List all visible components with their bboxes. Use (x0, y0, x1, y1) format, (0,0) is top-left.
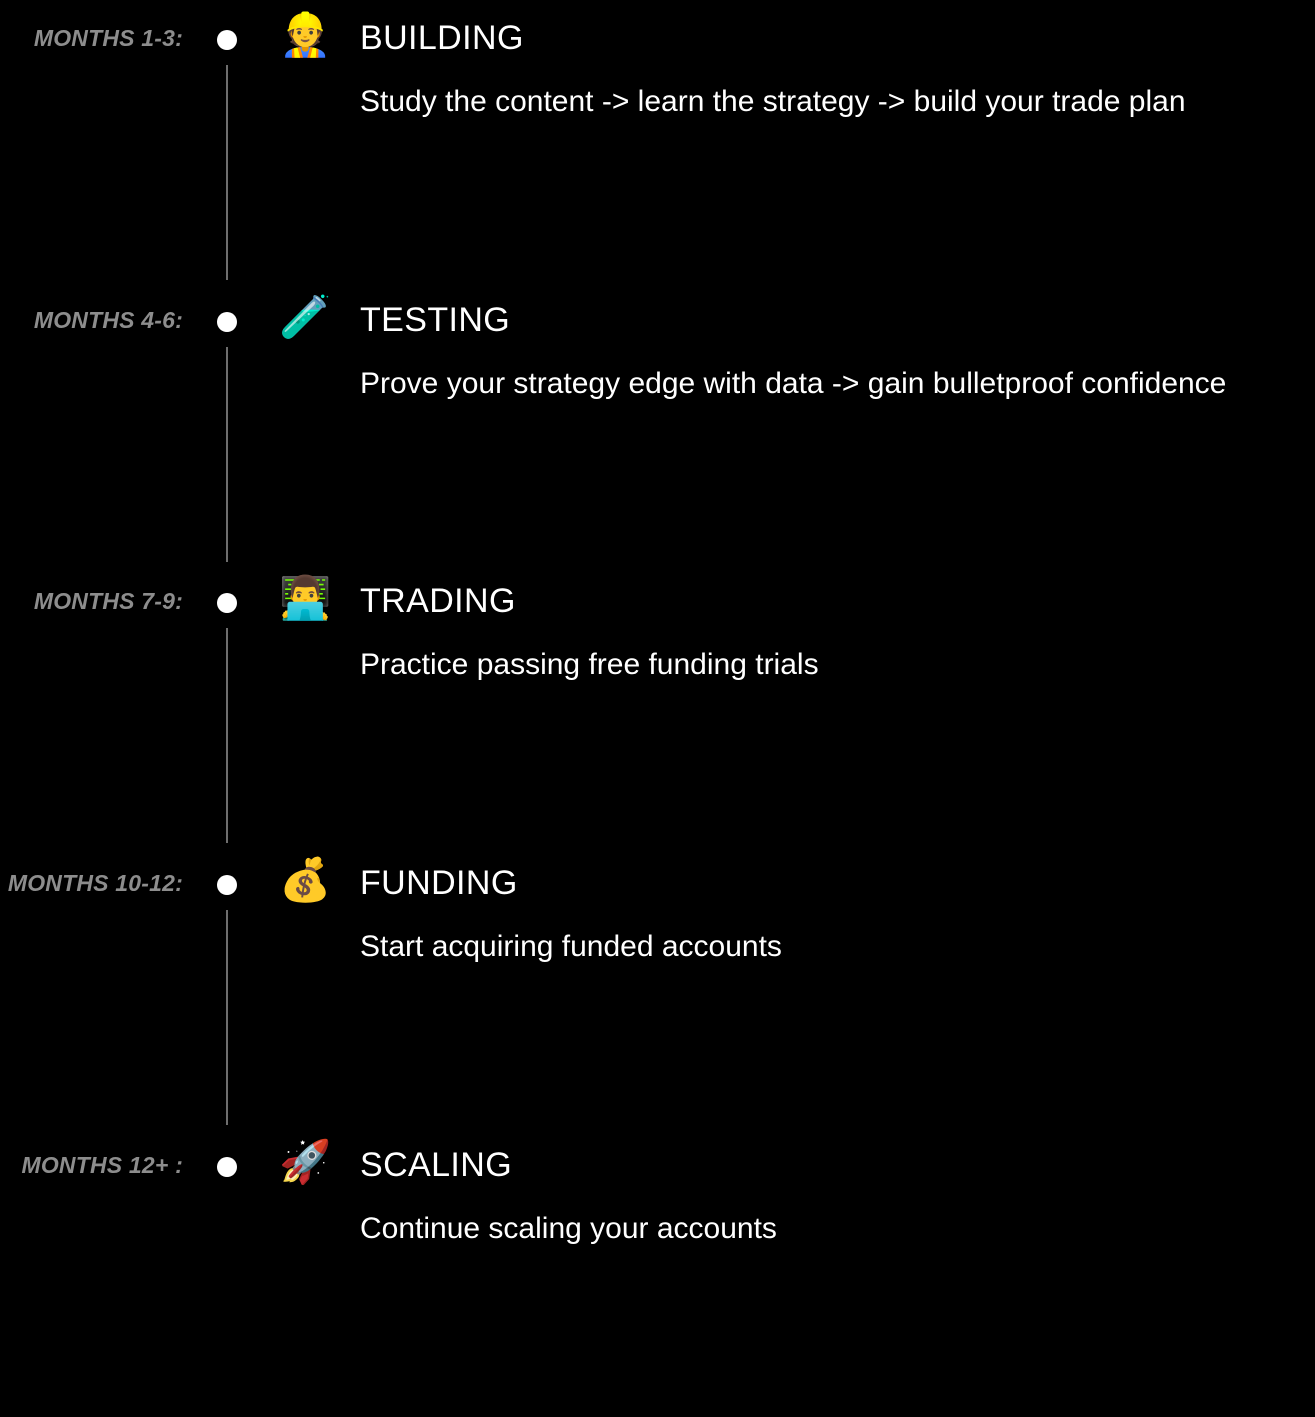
test-tube-icon: 🧪 (279, 292, 332, 341)
timeline-stage: MONTHS 4-6: 🧪 TESTING Prove your strateg… (0, 290, 1315, 572)
stage-description: Continue scaling your accounts (360, 1212, 777, 1245)
stage-period-label: MONTHS 1-3: (33, 25, 183, 51)
timeline-roadmap: MONTHS 1-3: 👷 BUILDING Study the content… (0, 0, 1315, 1246)
timeline-connector-line (226, 910, 228, 1125)
stage-title: TESTING (360, 301, 511, 339)
stage-description: Start acquiring funded accounts (360, 930, 782, 963)
stage-title: BUILDING (360, 19, 524, 57)
stage-period-label: MONTHS 4-6: (33, 307, 183, 333)
timeline-stage: MONTHS 1-3: 👷 BUILDING Study the content… (0, 8, 1315, 290)
timeline-dot-marker (217, 1157, 237, 1177)
stage-period-label: MONTHS 12+ : (21, 1152, 183, 1178)
construction-worker-icon: 👷 (279, 10, 332, 59)
timeline-stage: MONTHS 12+ : 🚀 SCALING Continue scaling … (0, 1135, 1315, 1417)
stage-period-label: MONTHS 10-12: (7, 870, 183, 896)
timeline-connector-line (226, 347, 228, 562)
stage-description: Study the content -> learn the strategy … (360, 85, 1186, 118)
timeline-dot-marker (217, 875, 237, 895)
timeline-stage: MONTHS 10-12: 💰 FUNDING Start acquiring … (0, 853, 1315, 1135)
money-bag-icon: 💰 (279, 855, 332, 904)
timeline-stage: MONTHS 7-9: 👨‍💻 TRADING Practice passing… (0, 571, 1315, 853)
timeline-connector-line (226, 628, 228, 843)
rocket-icon: 🚀 (279, 1137, 332, 1186)
stage-title: TRADING (360, 582, 516, 620)
stage-title: SCALING (360, 1146, 513, 1184)
stage-title: FUNDING (360, 864, 518, 902)
timeline-dot-marker (217, 30, 237, 50)
timeline-dot-marker (217, 593, 237, 613)
man-technologist-icon: 👨‍💻 (279, 573, 332, 622)
timeline-dot-marker (217, 312, 237, 332)
stage-description: Practice passing free funding trials (360, 648, 819, 681)
timeline-connector-line (226, 65, 228, 280)
stage-description: Prove your strategy edge with data -> ga… (360, 367, 1227, 400)
stage-period-label: MONTHS 7-9: (33, 588, 183, 614)
